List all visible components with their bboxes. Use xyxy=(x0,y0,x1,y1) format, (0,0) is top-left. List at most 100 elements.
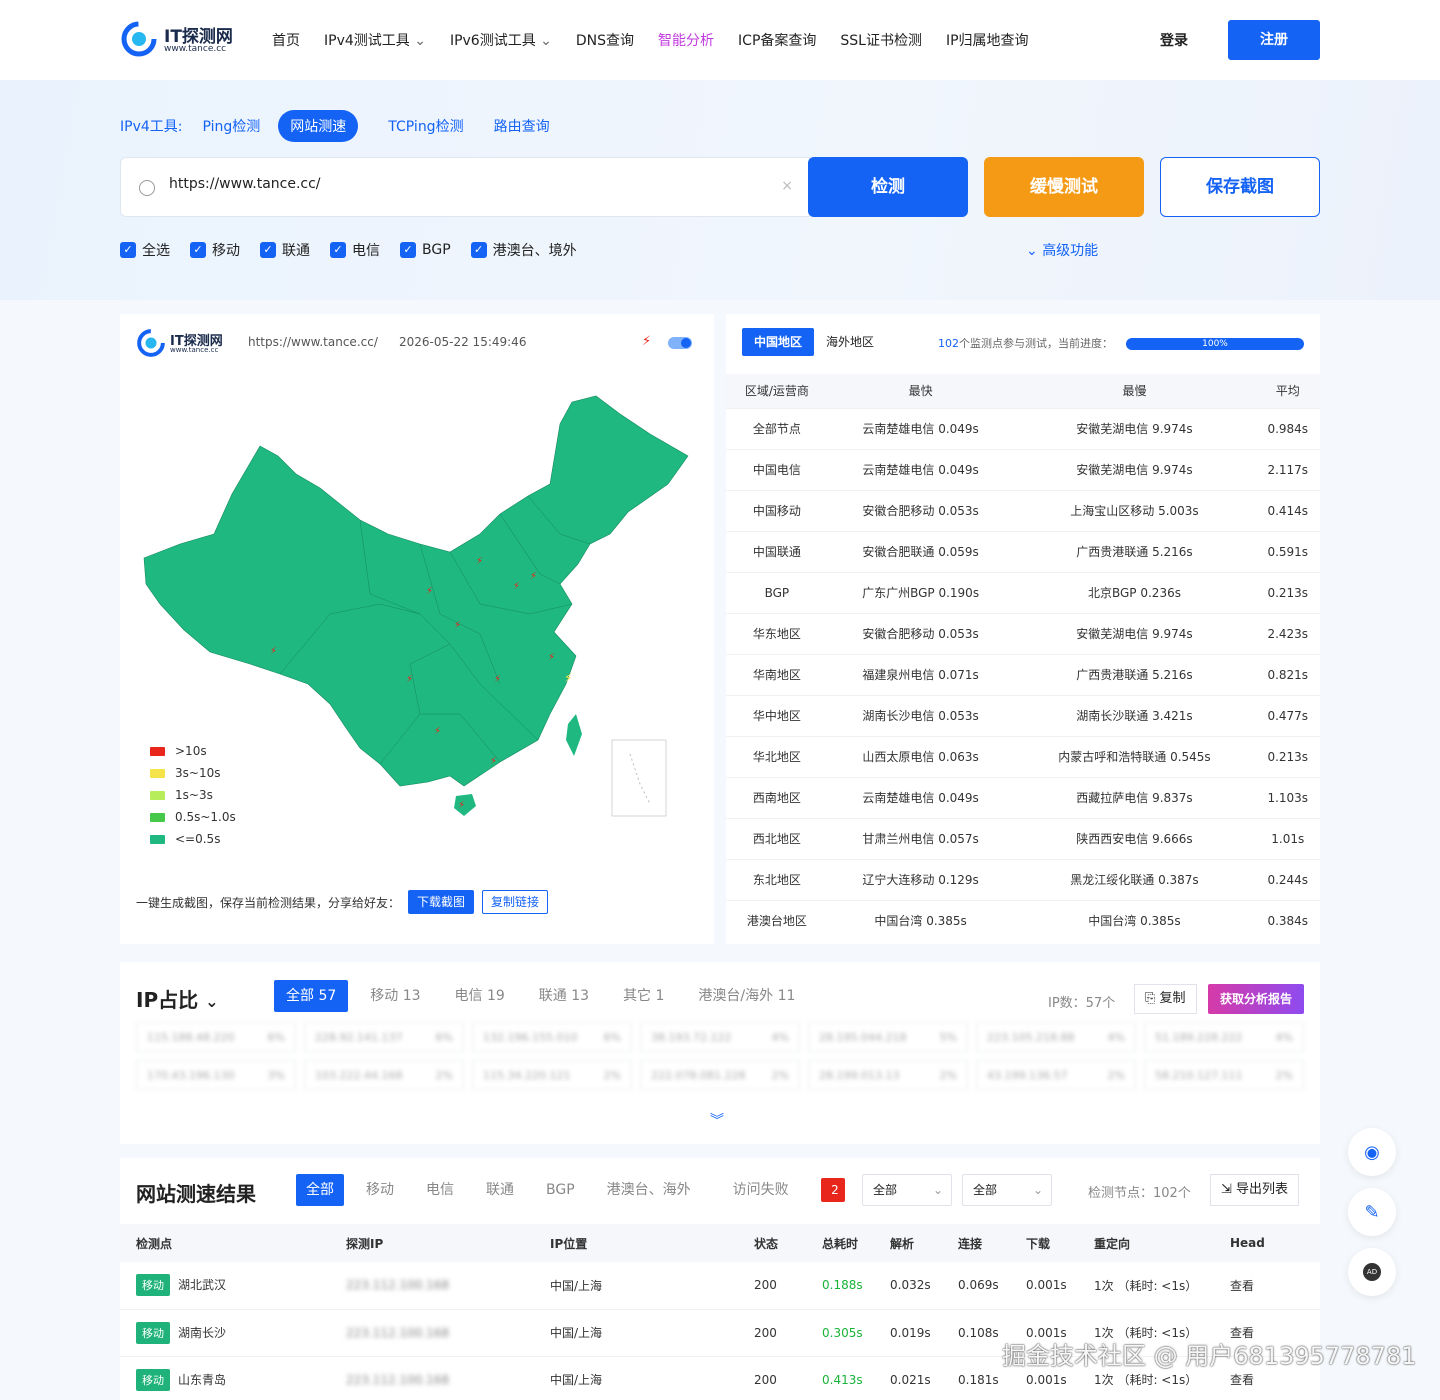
ip-cell[interactable]: 115.188.48.220 6% xyxy=(136,1022,296,1052)
tab-ip-telecom[interactable]: 电信 19 xyxy=(443,980,517,1012)
operator-select[interactable]: 全部 ⌄ xyxy=(862,1174,952,1206)
results-table: 检测点 探测IP IP位置 状态 总耗时 解析 连接 下载 重定向 Head 移动 湖北武汉 223.… xyxy=(120,1224,1320,1400)
ip-cell[interactable]: 223.105.218.88 4% xyxy=(976,1022,1136,1052)
ip-cell[interactable]: 132.196.155.010 6% xyxy=(472,1022,632,1052)
map-toggle[interactable] xyxy=(668,337,692,349)
region-select[interactable]: 全部 ⌄ xyxy=(962,1174,1052,1206)
ip-percent: 6% xyxy=(603,1030,621,1044)
summary-fastest: 山西太原电信 0.063s xyxy=(827,735,1014,777)
filter-label: BGP xyxy=(422,242,451,258)
nav-ip-location[interactable]: IP归属地查询 xyxy=(946,30,1029,50)
ip-cell[interactable]: 51.189.228.222 4% xyxy=(1144,1022,1304,1052)
tab-ip-overseas[interactable]: 港澳台/海外 11 xyxy=(686,980,807,1012)
connect-time: 0.069s xyxy=(942,1262,1010,1310)
filter-mobile[interactable]: ✓ 移动 xyxy=(190,240,240,260)
url-input[interactable] xyxy=(169,176,769,192)
redirect-info: 1次 （耗时: <1s） xyxy=(1078,1262,1214,1310)
lightning-icon: ⚡ xyxy=(458,800,465,811)
tab-website-speed[interactable]: 网站测速 xyxy=(278,110,359,142)
ip-ratio-title[interactable]: IP占比 ⌄ xyxy=(136,984,218,1013)
head-link[interactable]: 查看 xyxy=(1214,1262,1320,1310)
save-screenshot-button[interactable]: 保存截图 xyxy=(1160,157,1320,217)
ip-cell[interactable]: 228.92.141.137 6% xyxy=(304,1022,464,1052)
summary-row: 中国联通 安徽合肥联通 0.059s 广西贵港联通 5.216s 0.591s xyxy=(726,530,1320,572)
register-button[interactable]: 注册 xyxy=(1228,20,1320,60)
tab-res-bgp[interactable]: BGP xyxy=(536,1174,585,1206)
tab-route[interactable]: 路由查询 xyxy=(482,110,562,142)
ip-cell[interactable]: 28.195.044.218 5% xyxy=(808,1022,968,1052)
ip-cell[interactable]: 28.199.013.13 2% xyxy=(808,1060,968,1090)
map-legend: >10s 3s~10s 1s~3s 0.5s~1.0s <=0.5s xyxy=(150,740,236,850)
site-logo[interactable]: IT探测网 www.tance.cc xyxy=(120,20,240,60)
filter-all[interactable]: ✓ 全选 xyxy=(120,240,170,260)
nav-home[interactable]: 首页 xyxy=(272,30,300,50)
nav-dns[interactable]: DNS查询 xyxy=(576,30,634,50)
tab-china[interactable]: 中国地区 xyxy=(742,328,815,356)
ip-location: 中国/上海 xyxy=(534,1309,738,1357)
tab-ping[interactable]: Ping检测 xyxy=(190,110,272,142)
summary-slowest: 安徽芜湖电信 9.974s xyxy=(1013,448,1256,490)
filter-overseas[interactable]: ✓ 港澳台、境外 xyxy=(470,240,577,260)
ad-button[interactable]: AD xyxy=(1348,1248,1396,1296)
get-report-button[interactable]: 获取分析报告 xyxy=(1208,984,1304,1014)
login-link[interactable]: 登录 xyxy=(1160,30,1188,50)
share-bar: 一键生成截图，保存当前检测结果，分享给好友： 下载截图 复制链接 xyxy=(136,890,549,914)
detect-button[interactable]: 检测 xyxy=(808,157,968,217)
tab-res-failed[interactable]: 访问失败 2 xyxy=(713,1174,867,1206)
summary-row: 华中地区 湖南长沙电信 0.053s 湖南长沙联通 3.421s 0.477s xyxy=(726,694,1320,736)
tab-ip-unicom[interactable]: 联通 13 xyxy=(527,980,601,1012)
main-nav: 首页 IPv4测试工具 ⌄ IPv6测试工具 ⌄ DNS查询 智能分析 ICP备… xyxy=(272,30,1029,50)
lightning-icon: ⚡ xyxy=(406,674,413,685)
node-cell: 移动 山东青岛 xyxy=(120,1356,330,1400)
slow-test-button[interactable]: 缓慢测试 xyxy=(984,157,1144,217)
ip-cell[interactable]: 222.078.081.228 2% xyxy=(640,1060,800,1090)
nav-ssl[interactable]: SSL证书检测 xyxy=(840,30,922,50)
nav-ipv4-tools[interactable]: IPv4测试工具 ⌄ xyxy=(324,30,426,50)
nav-ipv6-tools[interactable]: IPv6测试工具 ⌄ xyxy=(450,30,552,50)
ip-cell[interactable]: 38.193.72.122 4% xyxy=(640,1022,800,1052)
lightning-icon: ⚡ xyxy=(270,646,277,657)
legend-swatch xyxy=(150,812,165,822)
tab-overseas[interactable]: 海外地区 xyxy=(814,328,886,356)
advanced-features-toggle[interactable]: ⌄ 高级功能 xyxy=(1026,240,1098,260)
tab-ip-other[interactable]: 其它 1 xyxy=(611,980,676,1012)
ip-grid: 115.188.48.220 6% 228.92.141.137 6% 132.196.… xyxy=(136,1022,1304,1090)
tab-res-telecom[interactable]: 电信 xyxy=(416,1174,464,1206)
summary-region: 华中地区 xyxy=(726,694,828,736)
summary-row: 东北地区 辽宁大连移动 0.129s 黑龙江绥化联通 0.387s 0.244s xyxy=(726,858,1320,900)
nav-icp[interactable]: ICP备案查询 xyxy=(738,30,816,50)
export-list-button[interactable]: ⇲ 导出列表 xyxy=(1210,1174,1300,1206)
summary-row: 全部节点 云南楚雄电信 0.049s 安徽芜湖电信 9.974s 0.984s xyxy=(726,407,1320,449)
status-code: 200 xyxy=(738,1262,806,1310)
expand-icon[interactable]: ︾ xyxy=(710,1110,724,1130)
summary-average: 0.213s xyxy=(1255,735,1320,777)
ip-cell[interactable]: 103.222.44.168 2% xyxy=(304,1060,464,1090)
ip-cell[interactable]: 115.34.220.121 2% xyxy=(472,1060,632,1090)
ip-cell[interactable]: 170.43.196.130 3% xyxy=(136,1060,296,1090)
filter-telecom[interactable]: ✓ 电信 xyxy=(330,240,380,260)
clear-icon[interactable]: × xyxy=(781,178,793,194)
probe-ip-value: 223.112.100.168 xyxy=(346,1372,450,1387)
col-fastest: 最快 xyxy=(827,374,1014,408)
copy-link-button[interactable]: 复制链接 xyxy=(482,890,549,914)
tab-ip-all[interactable]: 全部 57 xyxy=(274,980,349,1012)
isp-badge: 移动 xyxy=(136,1321,170,1344)
tab-tcping[interactable]: TCPing检测 xyxy=(376,110,475,142)
filter-unicom[interactable]: ✓ 联通 xyxy=(260,240,310,260)
nav-smart-analysis[interactable]: 智能分析 xyxy=(658,30,714,50)
isp-badge: 移动 xyxy=(136,1274,170,1297)
download-screenshot-button[interactable]: 下载截图 xyxy=(408,890,475,914)
feedback-button[interactable]: ✎ xyxy=(1348,1188,1396,1236)
tab-ip-mobile[interactable]: 移动 13 xyxy=(358,980,432,1012)
customer-service-button[interactable]: ◉ xyxy=(1348,1128,1396,1176)
tab-res-unicom[interactable]: 联通 xyxy=(476,1174,524,1206)
ip-cell[interactable]: 58.210.127.111 2% xyxy=(1144,1060,1304,1090)
copy-ip-button[interactable]: ⎘ 复制 xyxy=(1134,984,1197,1014)
summary-row: 华北地区 山西太原电信 0.063s 内蒙古呼和浩特联通 0.545s 0.213s xyxy=(726,735,1320,777)
tab-res-mobile[interactable]: 移动 xyxy=(356,1174,404,1206)
filter-bgp[interactable]: ✓ BGP xyxy=(400,240,451,260)
ip-cell[interactable]: 43.199.136.57 2% xyxy=(976,1060,1136,1090)
tab-res-overseas[interactable]: 港澳台、海外 xyxy=(597,1174,701,1206)
summary-row: BGP 广东广州BGP 0.190s 北京BGP 0.236s 0.213s xyxy=(726,571,1320,613)
tab-res-all[interactable]: 全部 xyxy=(296,1174,344,1206)
